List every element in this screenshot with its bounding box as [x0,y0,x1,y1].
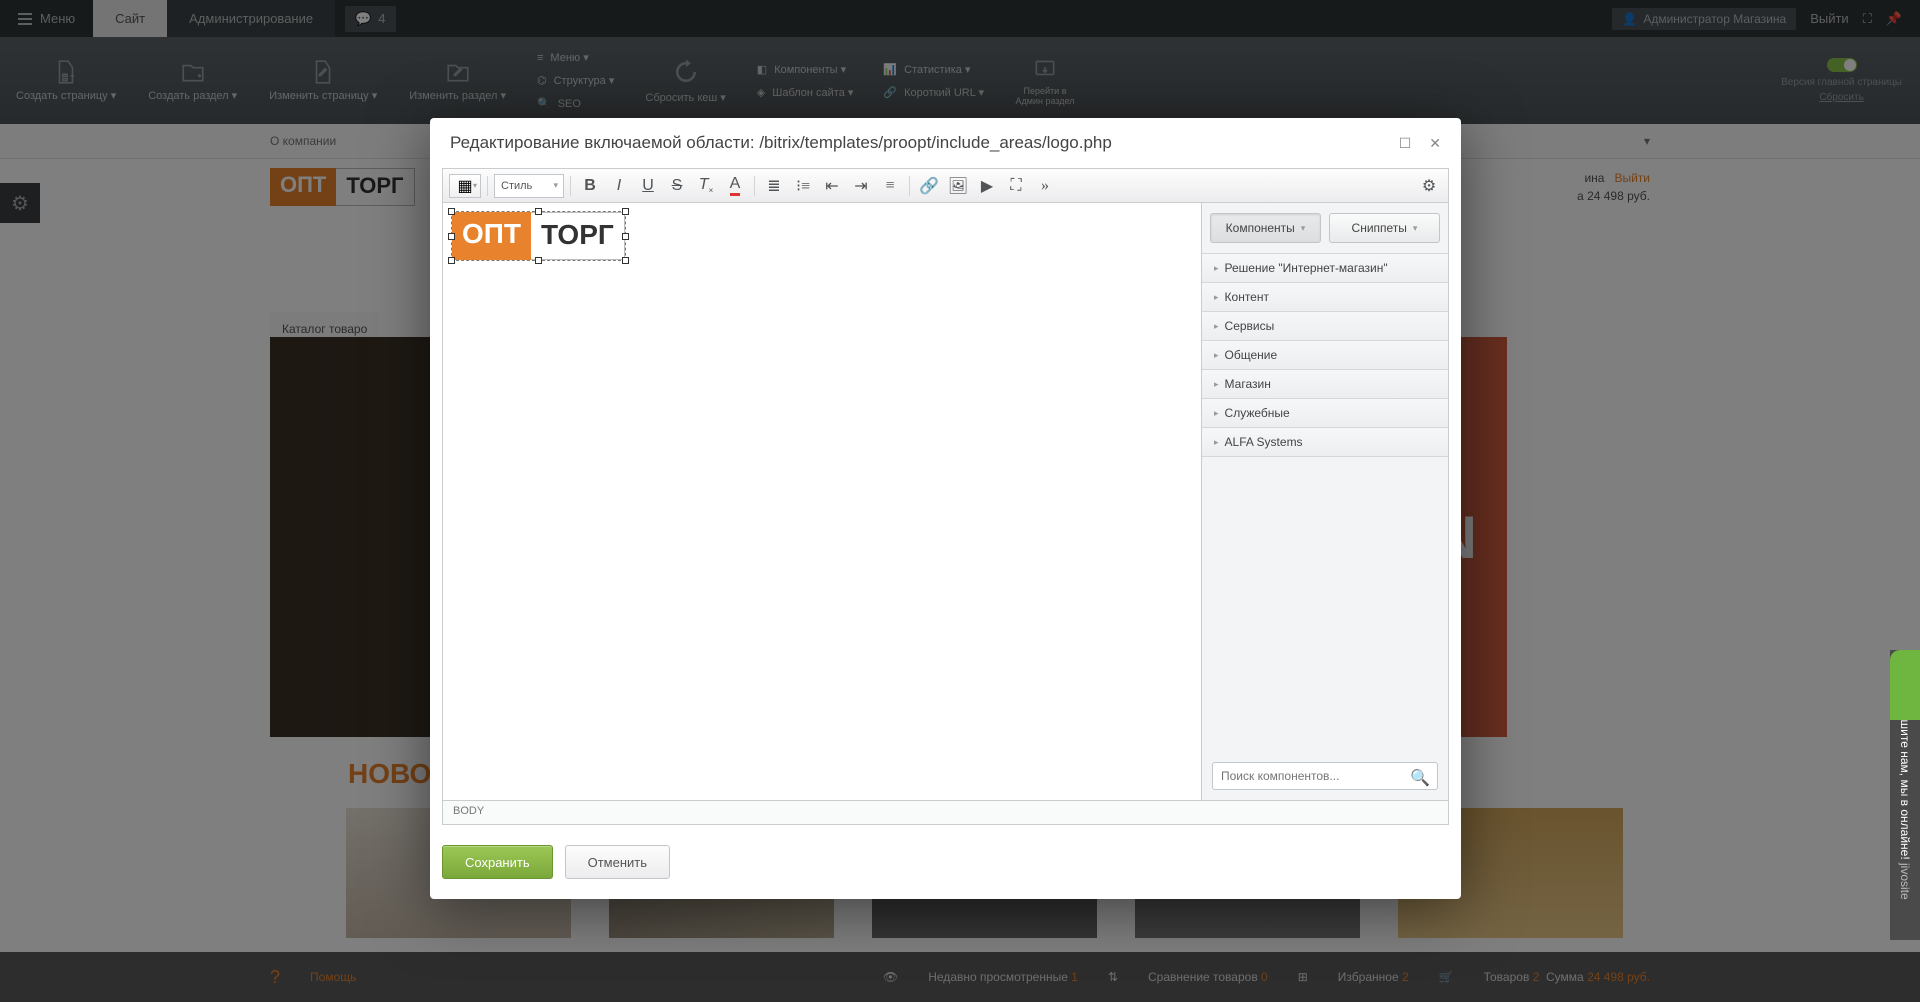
maximize-icon[interactable]: ☐ [1399,135,1412,152]
chat-tab[interactable] [1890,650,1920,720]
clear-format-button[interactable]: T× [693,174,719,198]
component-search-input[interactable] [1212,762,1438,790]
accordion-item[interactable]: ALFA Systems [1202,428,1448,457]
italic-button[interactable]: I [606,174,632,198]
editor-logo-left: ОПТ [452,212,531,260]
resize-handle[interactable] [622,233,629,240]
editor-toolbar: ▦ Стиль B I U S T× A ≣ ⁝≡ ⇤ ⇥ ≡ 🔗 🖼 ▶ ⛶ … [443,169,1448,203]
resize-handle[interactable] [448,233,455,240]
close-icon[interactable]: ✕ [1429,135,1441,152]
modal-title: Редактирование включаемой области: /bitr… [450,133,1112,153]
editor-logo-right: ТОРГ [531,212,625,260]
search-icon[interactable]: 🔍 [1410,768,1430,788]
gear-icon: ⚙ [1422,176,1436,196]
image-button[interactable]: 🖼 [945,174,971,198]
save-button[interactable]: Сохранить [442,845,553,879]
more-button[interactable]: » [1032,174,1058,198]
accordion-item[interactable]: Общение [1202,341,1448,370]
ordered-list-button[interactable]: ≣ [761,174,787,198]
editor-modal: Редактирование включаемой области: /bitr… [430,118,1461,899]
cancel-button[interactable]: Отменить [565,845,670,879]
dom-path[interactable]: BODY [443,800,1448,824]
bold-button[interactable]: B [577,174,603,198]
accordion-item[interactable]: Решение "Интернет-магазин" [1202,254,1448,283]
style-select[interactable]: Стиль [494,174,564,198]
link-button[interactable]: 🔗 [916,174,942,198]
resize-handle[interactable] [535,208,542,215]
outdent-button[interactable]: ⇤ [819,174,845,198]
settings-button[interactable]: ⚙ [1416,174,1442,198]
resize-handle[interactable] [448,208,455,215]
tab-snippets[interactable]: Сниппеты [1329,213,1440,243]
accordion-item[interactable]: Сервисы [1202,312,1448,341]
underline-button[interactable]: U [635,174,661,198]
text-color-button[interactable]: A [722,174,748,198]
fullscreen-button[interactable]: ⛶ [1003,174,1029,198]
editor-canvas[interactable]: ОПТ ТОРГ [443,203,1201,800]
resize-handle[interactable] [622,257,629,264]
layout-icon: ▦ [457,176,472,196]
resize-handle[interactable] [535,257,542,264]
resize-handle[interactable] [622,208,629,215]
strike-button[interactable]: S [664,174,690,198]
accordion: Решение "Интернет-магазин"КонтентСервисы… [1202,253,1448,457]
view-mode-button[interactable]: ▦ [449,174,481,198]
accordion-item[interactable]: Контент [1202,283,1448,312]
indent-button[interactable]: ⇥ [848,174,874,198]
video-button[interactable]: ▶ [974,174,1000,198]
accordion-item[interactable]: Магазин [1202,370,1448,399]
selected-element[interactable]: ОПТ ТОРГ [451,211,626,261]
components-panel: Компоненты Сниппеты Решение "Интернет-ма… [1201,203,1448,800]
tab-components[interactable]: Компоненты [1210,213,1321,243]
unordered-list-button[interactable]: ⁝≡ [790,174,816,198]
accordion-item[interactable]: Служебные [1202,399,1448,428]
resize-handle[interactable] [448,257,455,264]
align-button[interactable]: ≡ [877,174,903,198]
